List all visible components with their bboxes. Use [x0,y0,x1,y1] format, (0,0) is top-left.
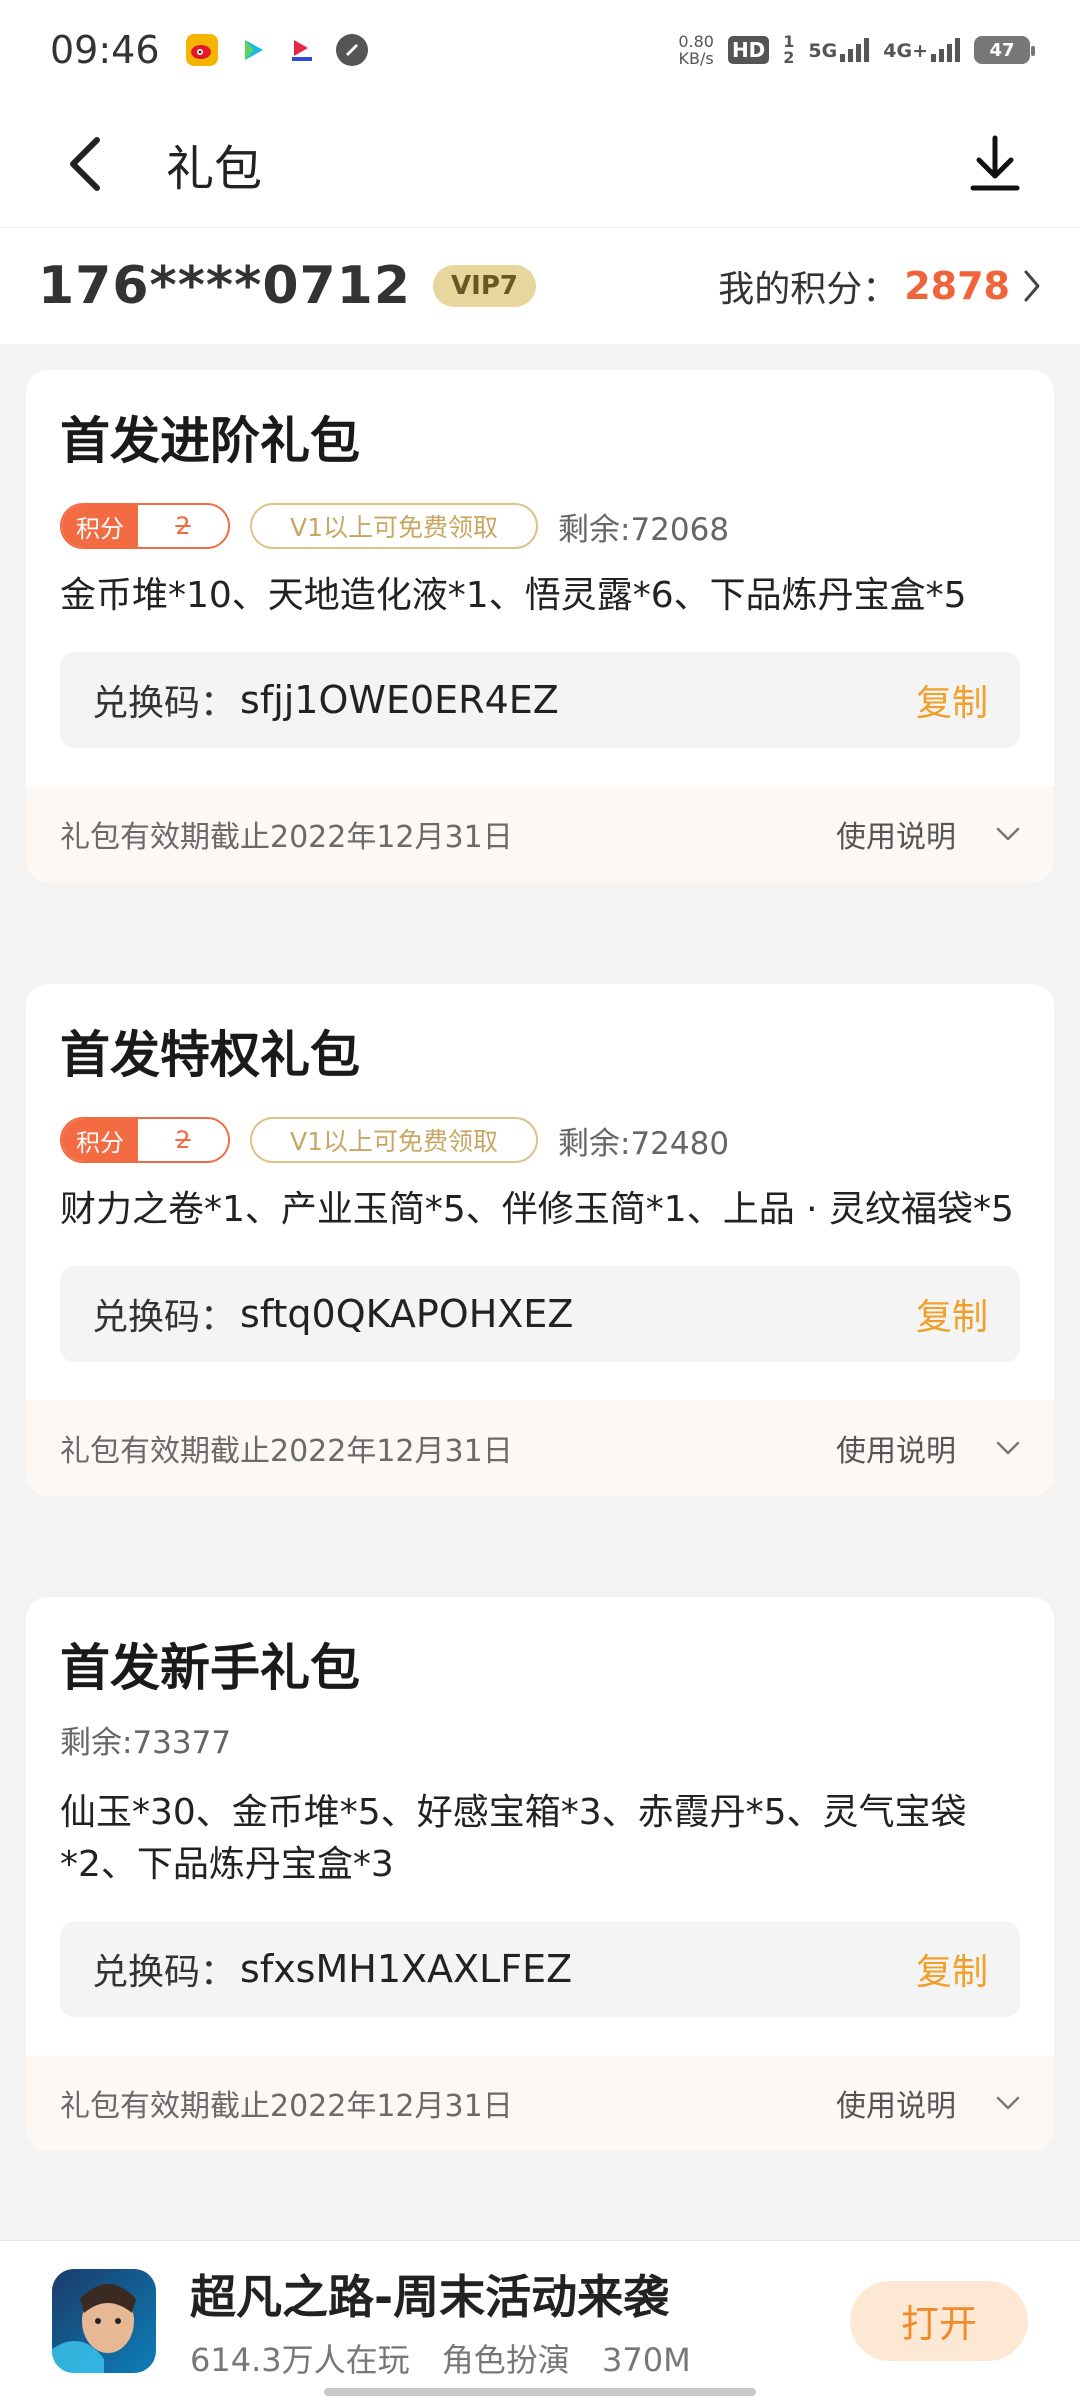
net-speed-unit: KB/s [678,49,714,68]
game-genre: 角色扮演 [441,2340,570,2379]
game-meta: 614.3万人在玩 角色扮演 370M [190,2335,713,2381]
network-speed: 0.80 KB/s [678,33,714,67]
copy-button[interactable]: 复制 [916,674,988,726]
account-summary: 176****0712 VIP7 我的积分： 2878 [0,228,1080,344]
points-tag-label: 积分 [62,505,138,547]
top-nav-bar: 礼包 [0,100,1080,228]
points-tag-label: 积分 [62,1119,138,1161]
gift-pack-contents: 财力之卷*1、产业玉简*5、伴修玉简*1、上品 · 灵纹福袋*5 [60,1189,1014,1230]
page-title: 礼包 [166,140,263,197]
weibo-icon [185,34,218,66]
redeem-code-value: sfjj1OWE0ER4EZ [240,678,559,722]
game-size: 370M [601,2340,691,2379]
app-icon [285,34,318,66]
battery-level: 47 [989,39,1015,61]
gift-pack-card: 首发新手礼包 剩余:73377 仙玉*30、金币堆*5、好感宝箱*3、赤霞丹*5… [26,1597,1054,2151]
redeem-code-value: sfxsMH1XAXLFEZ [240,1947,573,1991]
signal-bars-icon [931,38,960,62]
redeem-code-box: 兑换码： sfxsMH1XAXLFEZ 复制 [60,1921,1020,2017]
remaining-count: 剩余:72068 [558,511,730,548]
status-indicators: 0.80 KB/s HD 1 2 5G 4G+ 47 [678,33,1035,67]
redeem-code-box: 兑换码： sftq0QKAPOHXEZ 复制 [60,1266,1020,1362]
vip-badge: VIP7 [433,265,536,307]
back-arrow-icon [70,136,100,191]
vip-free-tag: V1以上可免费领取 [250,1117,539,1163]
game-download-bar: 超凡之路-周末活动来袭 614.3万人在玩 角色扮演 370M 打开 [0,2240,1080,2400]
points-cost-value: 2 [138,1119,228,1161]
battery-icon: 47 [974,36,1035,64]
sim-labels: 1 2 [783,34,794,66]
points-value: 2878 [904,264,1010,308]
gift-pack-card: 首发特权礼包 积分 2 V1以上可免费领取 剩余:72480 财力之卷*1、产业… [26,984,1054,1496]
status-time: 09:46 [50,28,160,72]
expiry-text: 礼包有效期截止2022年12月31日 [60,2089,513,2124]
net-speed-value: 0.80 [678,32,714,51]
copy-button[interactable]: 复制 [916,1288,988,1340]
gift-pack-title: 首发特权礼包 [60,1026,360,1084]
gift-pack-title: 首发进阶礼包 [60,412,360,470]
usage-instructions-toggle[interactable]: 使用说明 [836,1426,956,1470]
network-1-label: 5G [808,40,838,62]
points-label: 我的积分： [718,269,899,310]
game-icon[interactable] [52,2268,156,2373]
my-points-link[interactable]: 我的积分： 2878 [718,260,1042,312]
expiry-text: 礼包有效期截止2022年12月31日 [60,820,513,855]
usage-instructions-toggle[interactable]: 使用说明 [836,2081,956,2125]
points-cost-tag: 积分 2 [60,1117,230,1163]
redeem-code-label: 兑换码： [92,1297,237,1338]
status-app-icons [185,34,368,66]
back-button[interactable] [40,119,130,209]
hd-badge: HD [727,36,770,64]
expiry-text: 礼包有效期截止2022年12月31日 [60,1434,513,1469]
gift-pack-contents: 金币堆*10、天地造化液*1、悟灵露*6、下品炼丹宝盒*5 [60,575,967,616]
redeem-code-box: 兑换码： sfjj1OWE0ER4EZ 复制 [60,652,1020,748]
game-title: 超凡之路-周末活动来袭 [190,2269,670,2324]
points-cost-tag: 积分 2 [60,503,230,549]
chevron-down-icon[interactable] [996,2096,1020,2110]
download-button[interactable] [950,119,1040,209]
chevron-down-icon[interactable] [996,827,1020,841]
settings-circle-icon [335,34,368,66]
home-indicator[interactable] [324,2388,756,2396]
signal-4g: 4G+ [883,38,960,62]
signal-bars-icon [840,38,870,62]
remaining-count: 剩余:73377 [60,1725,232,1761]
gift-pack-tags: 积分 2 V1以上可免费领取 剩余:72480 [60,1116,1020,1164]
account-phone: 176****0712 [38,256,412,316]
gift-pack-contents: 仙玉*30、金币堆*5、好感宝箱*3、赤霞丹*5、灵气宝袋*2、下品炼丹宝盒*3 [60,1792,967,1885]
gift-pack-title: 首发新手礼包 [60,1639,360,1697]
download-icon [970,135,1020,190]
vip-free-tag: V1以上可免费领取 [250,503,539,549]
chevron-right-icon [1024,270,1040,302]
gift-pack-card: 首发进阶礼包 积分 2 V1以上可免费领取 剩余:72068 金币堆*10、天地… [26,370,1054,882]
gift-pack-footer: 礼包有效期截止2022年12月31日 使用说明 [26,1400,1054,1496]
gift-pack-tags: 积分 2 V1以上可免费领取 剩余:72068 [60,502,1020,550]
network-2-label: 4G+ [883,40,928,62]
gift-pack-footer: 礼包有效期截止2022年12月31日 使用说明 [26,2055,1054,2151]
game-info: 超凡之路-周末活动来袭 614.3万人在玩 角色扮演 370M [190,2261,713,2381]
redeem-code-value: sftq0QKAPOHXEZ [240,1292,574,1336]
signal-5g: 5G [808,38,870,62]
open-game-button[interactable]: 打开 [850,2280,1028,2361]
video-play-icon [235,34,268,66]
remaining-count: 剩余:72480 [558,1125,730,1162]
game-players: 614.3万人在玩 [190,2340,410,2379]
gift-pack-footer: 礼包有效期截止2022年12月31日 使用说明 [26,786,1054,882]
hd-label: HD [731,38,766,62]
points-cost-value: 2 [138,505,228,547]
sim-2-label: 2 [783,48,795,67]
copy-button[interactable]: 复制 [916,1943,988,1995]
usage-instructions-toggle[interactable]: 使用说明 [836,812,956,856]
chevron-down-icon[interactable] [996,1441,1020,1455]
redeem-code-label: 兑换码： [92,683,237,724]
redeem-code-label: 兑换码： [92,1952,237,1993]
status-bar: 09:46 0.80 KB/s HD 1 2 5G 4G+ 47 [0,0,1080,100]
